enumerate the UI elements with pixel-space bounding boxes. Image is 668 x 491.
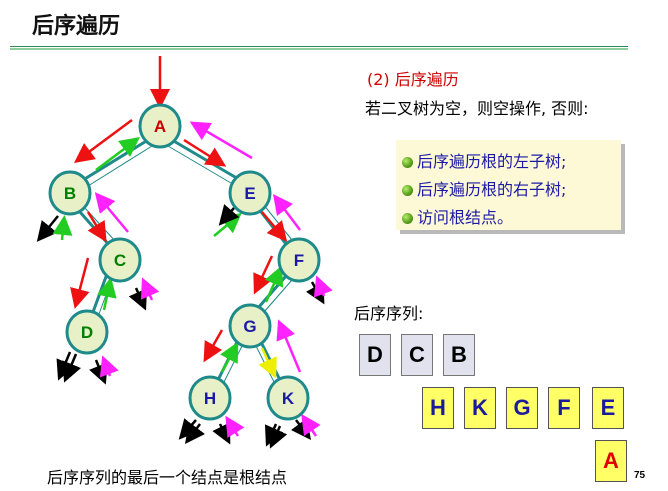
tree-node-A: A: [138, 103, 182, 149]
arrow-red-F-G: [253, 255, 274, 295]
tree-node-C: C: [98, 237, 142, 283]
node-label: C: [114, 251, 126, 270]
arrow-green-B-A: [95, 137, 140, 171]
steps-box: 后序遍历根的左子树; 后序遍历根的右子树; 访问根结点。: [396, 140, 621, 230]
node-label: D: [81, 323, 93, 342]
sequence-box: K: [464, 387, 496, 429]
arrow-black-H-right: [212, 422, 231, 445]
step-item: 访问根结点。: [402, 204, 513, 228]
tree-node-H: H: [188, 375, 232, 421]
sequence-box: D: [359, 334, 391, 376]
caption: 后序序列的最后一个结点是根结点: [47, 468, 288, 487]
edge-B-C: [78, 211, 112, 247]
node-label: G: [243, 317, 256, 336]
sequence-box: E: [592, 387, 624, 429]
arrow-green-D-C: [97, 277, 117, 311]
arrow-magenta-D-right: [99, 355, 119, 378]
arrow-black-D-right: [89, 359, 108, 385]
page-number: 75: [634, 470, 646, 481]
section-heading: (2) 后序遍历: [367, 70, 459, 89]
tree-node-K: K: [266, 375, 310, 421]
tree-node-F: F: [277, 237, 321, 283]
node-label: E: [244, 184, 255, 203]
arrow-red-G-H: [203, 329, 224, 363]
sequence-label: 后序序列:: [354, 304, 424, 323]
node-label: H: [204, 389, 216, 408]
rule-text: 若二叉树为空，则空操作, 否则:: [365, 99, 589, 118]
edge-A-B: [82, 138, 149, 182]
sequence-box: H: [422, 387, 454, 429]
node-label: A: [154, 117, 166, 136]
step-item: 后序遍历根的左子树;: [402, 148, 566, 172]
arrow-black-B-left: [36, 215, 59, 242]
arrow-magenta-H-right: [225, 415, 245, 439]
node-label: F: [294, 251, 304, 270]
arrow-magenta-C-right: [140, 277, 160, 301]
sequence-box: B: [443, 334, 475, 376]
bullet-icon: [402, 185, 413, 196]
bullet-icon: [402, 213, 413, 224]
sequence-box: G: [506, 387, 538, 429]
arrow-red-C-D: [70, 257, 90, 309]
sequence-box-root: A: [595, 440, 627, 482]
sequence-box: C: [401, 334, 433, 376]
tree-node-G: G: [228, 303, 272, 349]
sequence-box: F: [548, 387, 580, 429]
arrow-green-B-up: [52, 215, 73, 241]
step-text: 后序遍历根的右子树;: [417, 180, 567, 199]
arrow-black-C-right: [128, 287, 148, 311]
tree-node-B: B: [48, 170, 92, 216]
arrow-magenta-K-G: [276, 319, 302, 373]
step-text: 访问根结点。: [417, 208, 514, 227]
arrow-green-H-G: [220, 341, 239, 373]
node-label: B: [64, 184, 76, 203]
step-item: 后序遍历根的右子树;: [402, 176, 566, 200]
bullet-icon: [402, 157, 413, 168]
tree-node-E: E: [228, 170, 272, 216]
tree-node-D: D: [65, 309, 109, 355]
node-label: K: [282, 389, 295, 408]
step-text: 后序遍历根的左子树;: [417, 152, 567, 171]
